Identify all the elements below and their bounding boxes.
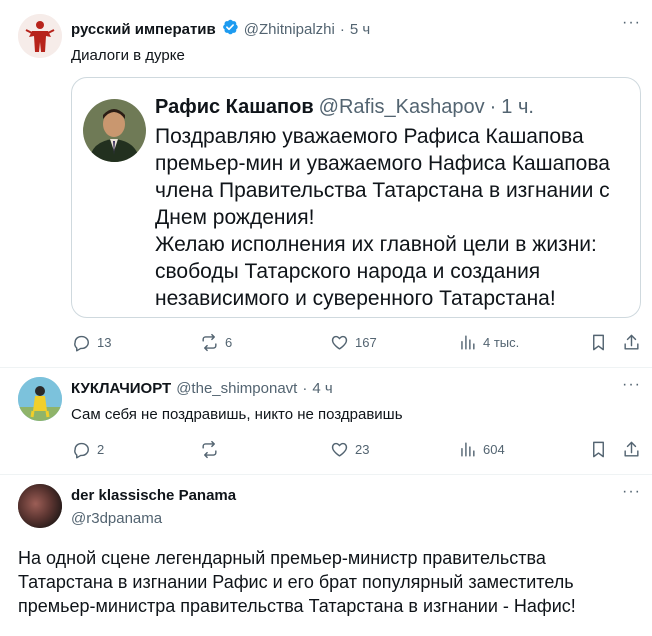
reply-button[interactable]: 13 <box>72 333 111 352</box>
post-text-line: премьер-министра правительства Татарстан… <box>18 596 576 616</box>
quoted-text-line: свободы Татарского народа и создания <box>155 260 541 283</box>
post-header: КУКЛАЧИОРТ @the_shimponavt · 4 ч <box>71 380 333 397</box>
like-icon <box>331 442 348 457</box>
quoted-text-line: премьер-мин и уважаемого Нафиса Кашапова <box>155 152 610 175</box>
quoted-post-text: Поздравляю уважаемого Рафиса Кашапова пр… <box>155 123 625 312</box>
quoted-avatar[interactable] <box>83 99 146 162</box>
author-handle[interactable]: @r3dpanama <box>71 510 162 527</box>
post-text-line: На одной сцене легендарный премьер-минис… <box>18 548 546 568</box>
post-header: русский императив @Zhitnipalzhi · 5 ч <box>71 18 370 41</box>
views-button[interactable]: 4 тыс. <box>458 333 519 352</box>
views-count: 4 тыс. <box>483 335 520 350</box>
more-icon[interactable]: ··· <box>622 14 641 32</box>
bookmark-button[interactable] <box>589 333 608 352</box>
quoted-post-time[interactable]: 1 ч. <box>501 96 534 119</box>
quoted-text-line: независимого и суверенного Татарстана! <box>155 287 556 310</box>
reply-icon <box>74 442 89 459</box>
bookmark-button[interactable] <box>589 440 608 459</box>
separator-dot: · <box>339 21 345 38</box>
share-icon <box>624 334 639 350</box>
post-text: На одной сцене легендарный премьер-минис… <box>18 546 638 618</box>
avatar-image-icon <box>18 377 62 421</box>
avatar-image-icon <box>18 484 62 528</box>
verified-badge-icon <box>221 18 239 41</box>
post-text-line: Татарстана в изгнании Рафис и его брат п… <box>18 572 574 592</box>
like-count: 23 <box>355 442 370 457</box>
author-name[interactable]: der klassische Panama <box>71 487 236 504</box>
views-count: 604 <box>483 442 505 457</box>
separator-dot: · <box>302 380 308 397</box>
reply-button[interactable]: 2 <box>72 440 104 459</box>
divider <box>0 474 652 475</box>
post-time[interactable]: 5 ч <box>350 21 370 38</box>
quoted-text-line: члена Правительства Татарстана в изгнани… <box>155 179 610 202</box>
views-icon <box>461 442 475 457</box>
author-name[interactable]: русский императив <box>71 21 216 38</box>
like-count: 167 <box>355 335 377 350</box>
more-icon[interactable]: ··· <box>622 483 641 501</box>
repost-button[interactable] <box>200 440 225 459</box>
avatar[interactable] <box>18 484 62 528</box>
author-handle[interactable]: @the_shimponavt <box>176 380 297 397</box>
avatar-image-icon <box>83 99 146 162</box>
post-time[interactable]: 4 ч <box>312 380 332 397</box>
like-button[interactable]: 167 <box>330 333 377 352</box>
reply-icon <box>74 335 89 352</box>
views-icon <box>461 335 475 350</box>
like-icon <box>331 335 348 350</box>
quoted-post[interactable]: Рафис Кашапов @Rafis_Kashapov · 1 ч. Поз… <box>71 77 641 318</box>
share-button[interactable] <box>622 440 641 459</box>
repost-icon <box>202 333 217 352</box>
reply-count: 13 <box>97 335 112 350</box>
quoted-text-line: Желаю исполнения их главной цели в жизни… <box>155 233 597 256</box>
separator-dot: · <box>489 96 497 118</box>
avatar[interactable] <box>18 14 62 58</box>
author-handle[interactable]: @Zhitnipalzhi <box>244 21 335 38</box>
author-name[interactable]: КУКЛАЧИОРТ <box>71 380 171 397</box>
share-icon <box>624 441 639 457</box>
repost-button[interactable]: 6 <box>200 333 232 352</box>
bookmark-icon <box>593 441 604 458</box>
like-button[interactable]: 23 <box>330 440 369 459</box>
quoted-author-name[interactable]: Рафис Кашапов <box>155 96 314 119</box>
divider <box>0 367 652 368</box>
share-button[interactable] <box>622 333 641 352</box>
more-icon[interactable]: ··· <box>622 376 641 394</box>
avatar-image-icon <box>18 14 62 58</box>
repost-icon <box>202 440 217 459</box>
views-button[interactable]: 604 <box>458 440 505 459</box>
quoted-header: Рафис Кашапов @Rafis_Kashapov · 1 ч. <box>155 96 534 119</box>
quoted-text-line: Днем рождения! <box>155 206 315 229</box>
bookmark-icon <box>593 334 604 351</box>
reply-count: 2 <box>97 442 105 457</box>
quoted-text-line: Поздравляю уважаемого Рафиса Кашапова <box>155 125 584 148</box>
post-text: Диалоги в дурке <box>71 47 185 64</box>
post-text: Сам себя не поздравишь, никто не поздрав… <box>71 406 403 423</box>
avatar[interactable] <box>18 377 62 421</box>
repost-count: 6 <box>225 335 233 350</box>
quoted-author-handle[interactable]: @Rafis_Kashapov <box>319 96 485 119</box>
